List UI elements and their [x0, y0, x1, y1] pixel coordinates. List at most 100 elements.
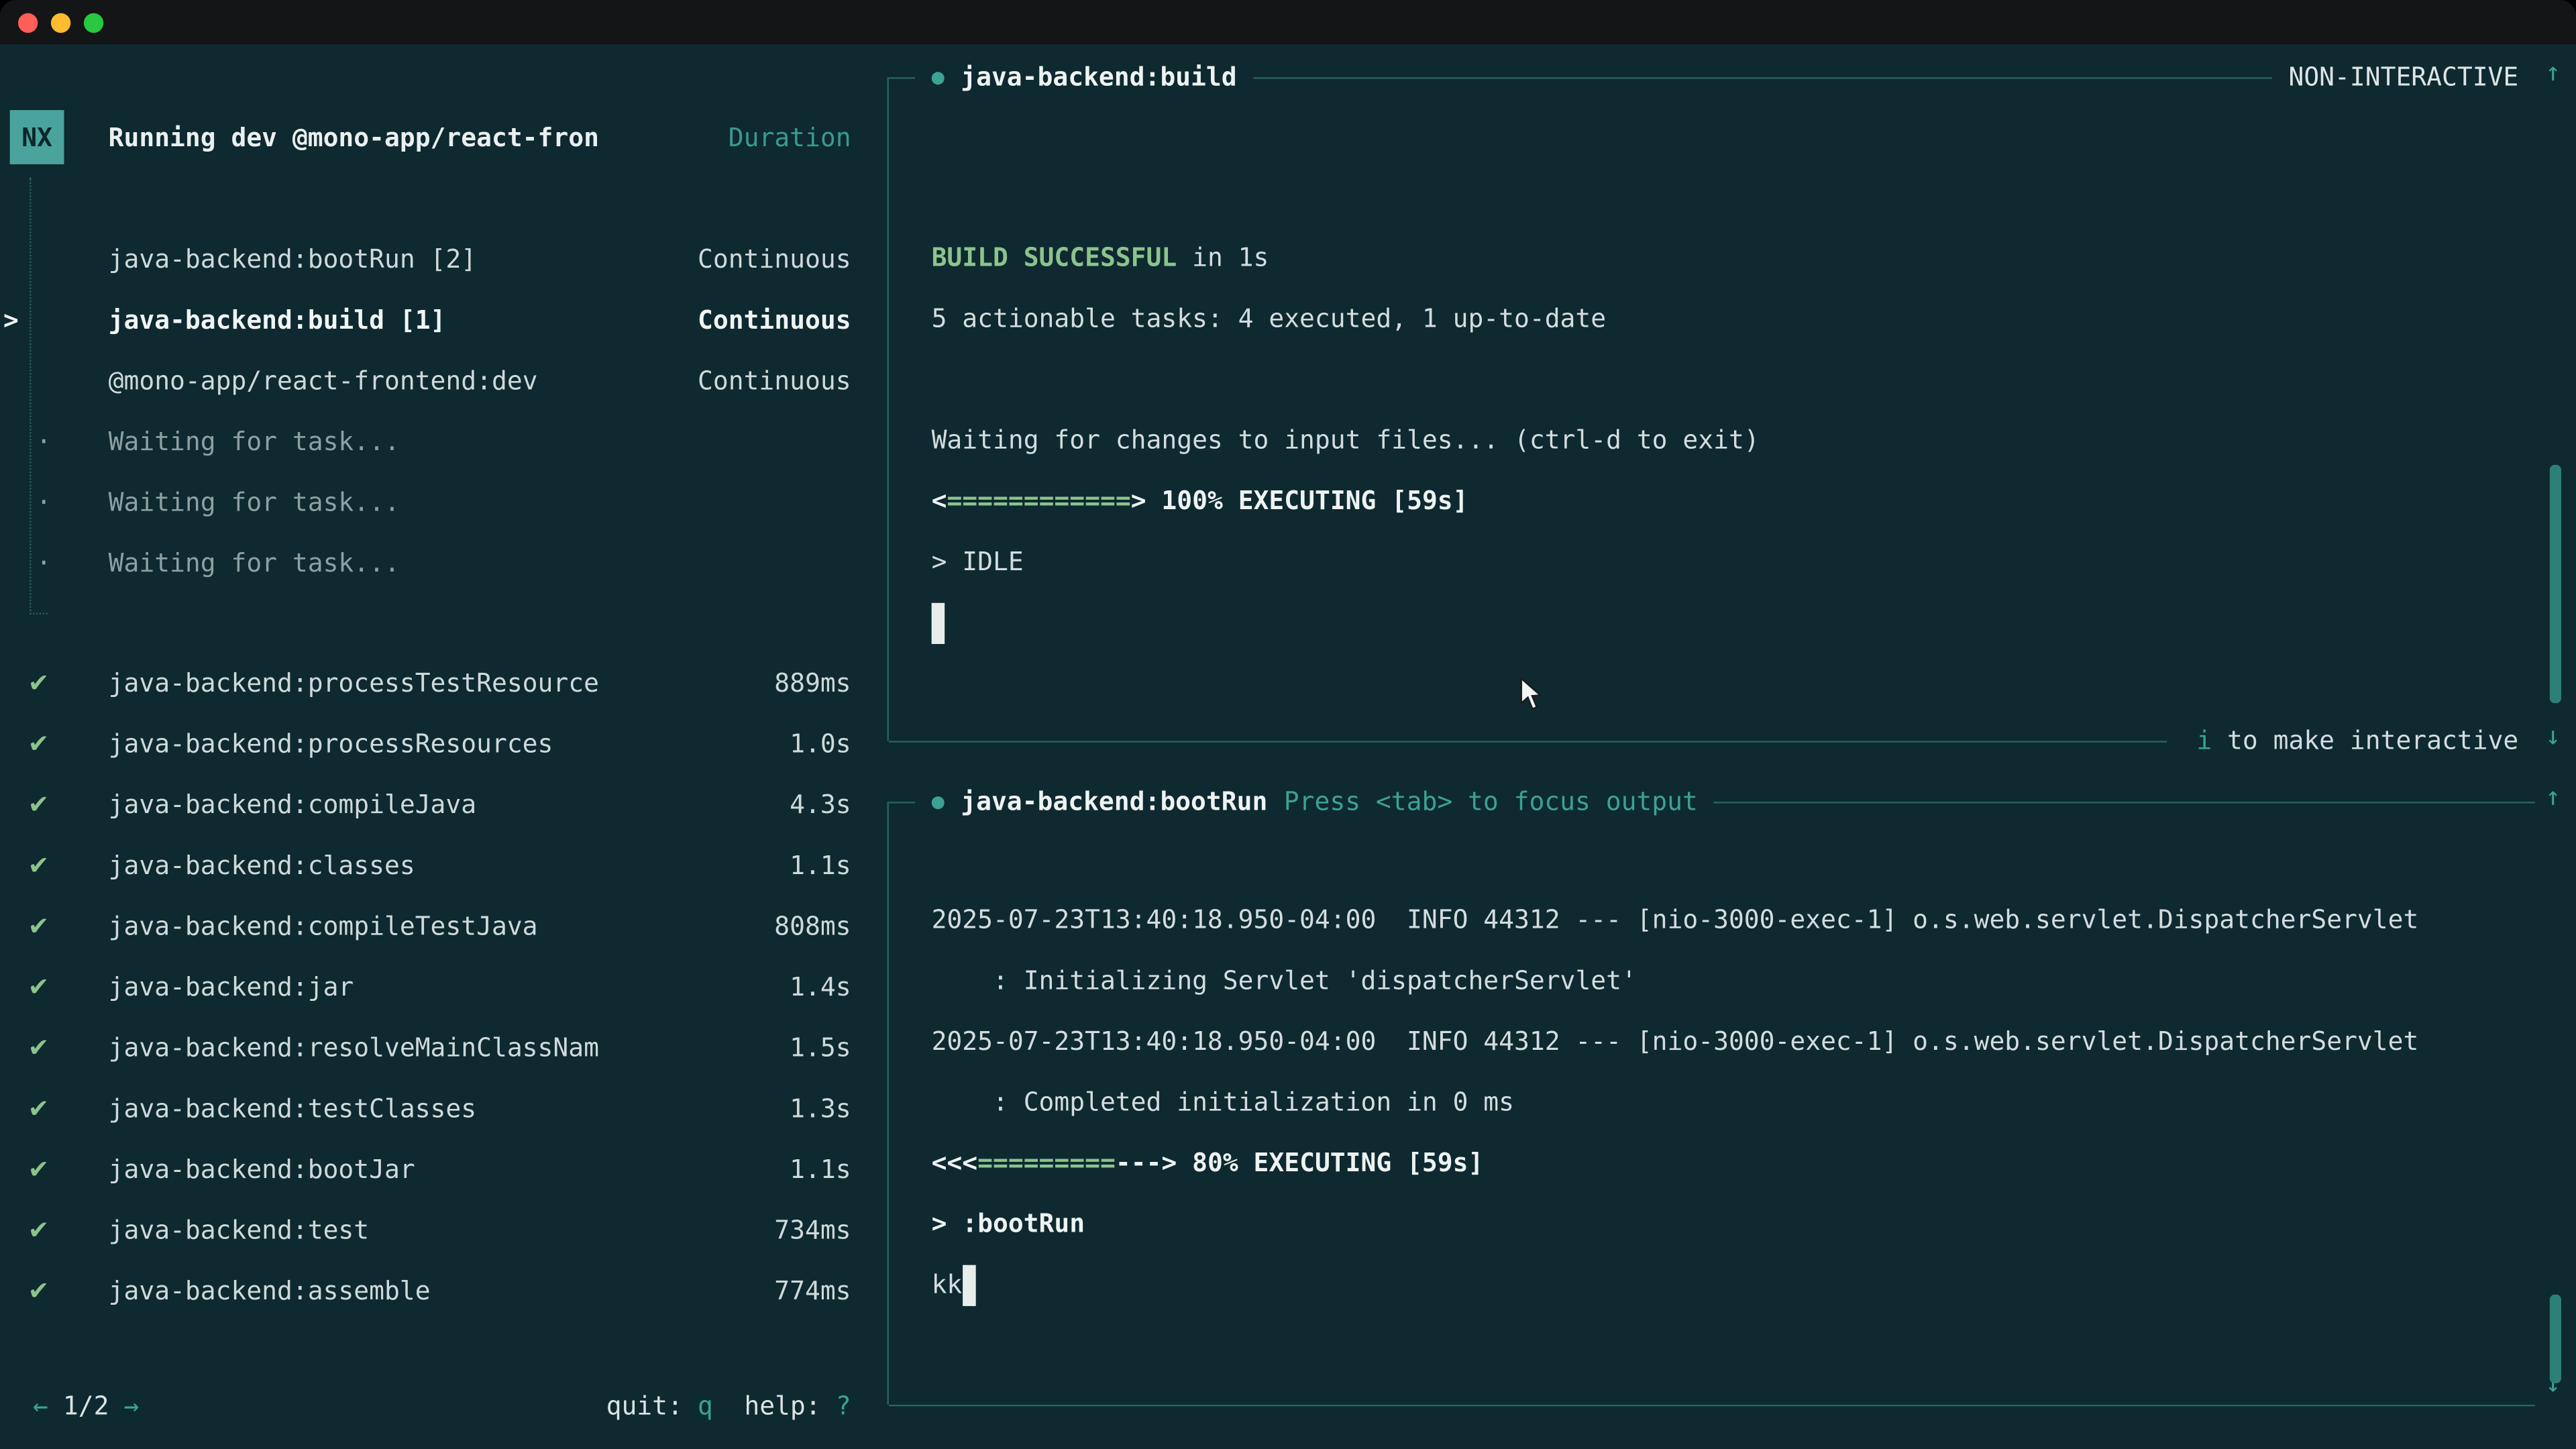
task-label: Waiting for task... [109, 548, 851, 578]
selection-caret-icon: > [3, 305, 19, 334]
task-row[interactable]: ·Waiting for task... [0, 472, 851, 533]
check-icon: ✔ [28, 729, 50, 758]
text-segment: 2025-07-23T13:40:18.950-04:00 INFO 44312… [932, 905, 2419, 934]
pane-build-footer: i to make interactive [889, 721, 2535, 761]
task-label: java-backend:compileJava [109, 790, 790, 819]
waiting-dot-icon: · [36, 548, 52, 578]
scale-wrapper: NX Running dev @mono-app/react-fron Dura… [0, 0, 2576, 1449]
task-duration: 1.4s [790, 972, 851, 1002]
scroll-down-icon[interactable]: ↓ [2536, 721, 2569, 751]
prev-page-icon[interactable]: ← [33, 1391, 48, 1420]
task-row[interactable]: java-backend:bootRun [2]Continuous [0, 228, 851, 289]
terminal-line [932, 593, 2528, 654]
task-row[interactable]: ✔java-backend:jar1.4s [0, 956, 851, 1017]
task-label: java-backend:processResources [109, 729, 790, 758]
task-duration: 1.0s [790, 729, 851, 758]
terminal-line: > IDLE [932, 532, 2528, 593]
task-row[interactable]: ✔java-backend:test734ms [0, 1199, 851, 1260]
pane-java-backend-build[interactable]: ● java-backend:build NON-INTERACTIVE BUI… [887, 77, 2534, 741]
text-segment: ============ [947, 486, 1130, 516]
text-segment: ---> [1116, 1148, 1177, 1178]
quit-label: quit: [606, 1391, 683, 1420]
next-page-icon[interactable]: → [124, 1391, 140, 1420]
task-row[interactable]: ✔java-backend:testClasses1.3s [0, 1078, 851, 1139]
zoom-button[interactable] [84, 12, 103, 32]
page-indicator: 1/2 [63, 1391, 109, 1420]
text-segment: : Initializing Servlet 'dispatcherServle… [932, 966, 1637, 996]
task-label: java-backend:classes [109, 850, 790, 879]
task-row[interactable]: ✔java-backend:classes1.1s [0, 835, 851, 896]
task-label: java-backend:testClasses [109, 1093, 790, 1123]
minimize-button[interactable] [51, 12, 70, 32]
text-segment: kk [932, 1270, 963, 1299]
task-row[interactable]: ✔java-backend:processTestResource889ms [0, 652, 851, 713]
task-row[interactable]: ✔java-backend:compileTestJava808ms [0, 896, 851, 957]
task-status: Continuous [698, 366, 851, 395]
close-button[interactable] [18, 12, 38, 32]
scroll-up-icon[interactable]: ↑ [2536, 58, 2569, 87]
running-task-list: java-backend:bootRun [2]Continuous>java-… [0, 228, 851, 593]
check-icon: ✔ [28, 790, 50, 819]
task-row[interactable]: >java-backend:build [1]Continuous [0, 289, 851, 350]
task-duration: 1.1s [790, 850, 851, 879]
terminal-line: : Completed initialization in 0 ms [932, 1073, 2528, 1134]
quit-key: q [698, 1391, 713, 1420]
help-key: ? [836, 1391, 851, 1420]
terminal-line: 2025-07-23T13:40:18.950-04:00 INFO 44312… [932, 1012, 2528, 1073]
task-duration: 808ms [774, 911, 851, 941]
task-duration: 889ms [774, 668, 851, 698]
pane-bootrun-output: 2025-07-23T13:40:18.950-04:00 INFO 44312… [932, 890, 2528, 1316]
mouse-cursor [1519, 677, 1542, 711]
task-row[interactable]: ✔ java-backend:assemble774ms [0, 1260, 851, 1321]
terminal-line: <============> 100% EXECUTING [59s] [932, 472, 2528, 533]
pane-bootrun-title: java-backend:bootRun [961, 787, 1267, 816]
task-row[interactable]: ✔ java-backend:processResources1.0s [0, 713, 851, 774]
text-segment: 100% EXECUTING [59s] [1146, 486, 1468, 516]
interactive-hint: i to make interactive [2196, 726, 2518, 755]
task-label: java-backend:compileTestJava [109, 911, 775, 941]
text-segment: < [932, 486, 947, 516]
waiting-dot-icon: · [36, 427, 52, 456]
pane-bootrun-scrollbar[interactable] [2550, 1295, 2561, 1383]
task-label: @mono-app/react-frontend:dev [109, 366, 698, 395]
task-status: Continuous [698, 244, 851, 274]
task-label: java-backend:bootRun [2] [109, 244, 698, 274]
text-segment: > [1131, 486, 1146, 516]
text-segment: ========= [977, 1148, 1116, 1178]
task-label: java-backend:assemble [109, 1276, 775, 1305]
window-titlebar [0, 0, 2576, 44]
task-sidebar: NX Running dev @mono-app/react-fron Dura… [0, 44, 871, 1449]
terminal-main: NX Running dev @mono-app/react-fron Dura… [0, 44, 2576, 1449]
task-status-bullet-icon: ● [932, 65, 945, 90]
waiting-dot-icon: · [36, 487, 52, 517]
text-segment: 5 actionable tasks: 4 executed, 1 up-to-… [932, 304, 1607, 333]
task-row[interactable]: ·Waiting for task... [0, 411, 851, 472]
pane-bootrun-header: ● java-backend:bootRun Press <tab> to fo… [889, 782, 2535, 822]
terminal-line: : Initializing Servlet 'dispatcherServle… [932, 951, 2528, 1012]
scroll-up-icon[interactable]: ↑ [2536, 782, 2569, 812]
text-cursor [932, 603, 945, 644]
duration-column-header: Duration [729, 122, 851, 152]
task-row[interactable]: @mono-app/react-frontend:devContinuous [0, 350, 851, 411]
text-segment: : Completed initialization in 0 ms [932, 1087, 1514, 1117]
check-icon: ✔ [28, 972, 50, 1002]
task-label: java-backend:test [109, 1215, 775, 1244]
text-segment: Waiting for changes to input files... (c… [932, 425, 1760, 455]
pane-java-backend-bootrun[interactable]: ● java-backend:bootRun Press <tab> to fo… [887, 802, 2534, 1405]
check-icon: ✔ [28, 1093, 50, 1123]
task-row[interactable]: ✔java-backend:resolveMainClassNam1.5s [0, 1017, 851, 1078]
terminal-line: 2025-07-23T13:40:18.950-04:00 INFO 44312… [932, 890, 2528, 951]
check-icon: ✔ [28, 1276, 50, 1305]
pane-build-output: BUILD SUCCESSFUL in 1s5 actionable tasks… [932, 228, 2528, 653]
footer-hint-segment: i [2196, 726, 2212, 755]
pagination: ← 1/2 → [33, 1391, 139, 1420]
task-duration: 774ms [774, 1276, 851, 1305]
task-status-bullet-icon: ● [932, 790, 945, 814]
task-row[interactable]: ✔java-backend:bootJar1.1s [0, 1138, 851, 1199]
task-row[interactable]: · Waiting for task... [0, 532, 851, 593]
focus-output-hint: Press <tab> to focus output [1284, 787, 1698, 816]
task-row[interactable]: ✔java-backend:compileJava4.3s [0, 773, 851, 835]
pane-build-scrollbar[interactable] [2550, 465, 2561, 703]
text-segment: 2025-07-23T13:40:18.950-04:00 INFO 44312… [932, 1027, 2419, 1057]
task-duration: 734ms [774, 1215, 851, 1244]
